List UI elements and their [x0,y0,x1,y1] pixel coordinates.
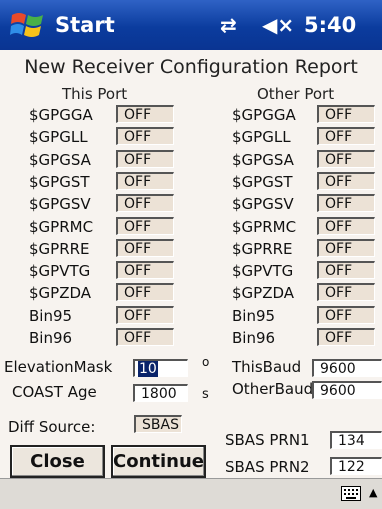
other-port-message-label: $GPGSA [232,150,294,169]
other-port-message-label: $GPGLL [232,128,291,147]
this-port-message-toggle[interactable]: OFF [116,105,174,123]
other-port-header: Other Port [257,85,335,103]
taskbar: Start ⇄ ◀× 5:40 [0,0,382,50]
this-port-message-label: $GPGSA [29,150,91,169]
speaker-muted-icon[interactable]: ◀× [262,13,294,37]
this-port-message-toggle[interactable]: OFF [116,149,174,168]
this-port-message-toggle[interactable]: OFF [116,216,174,235]
other-port-message-toggle[interactable]: OFF [317,238,375,257]
this-port-message-toggle[interactable]: OFF [116,171,174,190]
elevation-mask-field[interactable]: 10 [133,359,188,377]
diff-source-field[interactable]: SBAS [134,415,182,433]
this-port-message-label: $GPRRE [29,239,90,258]
this-port-message-label: $GPGGA [29,106,93,124]
this-port-message-toggle[interactable]: OFF [116,127,174,146]
this-port-message-label: $GPRMC [29,217,94,236]
close-button[interactable]: Close [10,445,105,478]
other-port-message-label: $GPGST [232,172,293,191]
this-port-message-toggle[interactable]: OFF [116,261,174,280]
this-port-message-label: $GPVTG [29,262,91,281]
page-title: New Receiver Configuration Report [24,56,358,78]
other-port-message-label: Bin96 [232,329,276,347]
other-port-message-label: $GPRMC [232,217,297,236]
this-port-message-label: Bin96 [29,329,73,347]
sbas-prn2-field[interactable]: 122 [330,457,382,475]
sbas-prn1-field[interactable]: 134 [330,431,382,449]
other-port-message-toggle[interactable]: OFF [317,171,375,190]
other-port-message-label: Bin95 [232,306,276,325]
this-port-message-label: $GPGST [29,172,90,191]
network-sync-icon[interactable]: ⇄ [220,13,237,37]
this-baud-label: ThisBaud [232,358,302,376]
up-caret-icon[interactable]: ▲ [369,486,377,499]
other-port-message-label: $GPRRE [232,239,293,258]
coast-age-label: COAST Age [12,383,97,401]
other-port-message-toggle[interactable]: OFF [317,305,375,324]
this-port-message-label: $GPGLL [29,128,88,147]
this-port-message-toggle[interactable]: OFF [116,238,174,257]
other-port-message-toggle[interactable]: OFF [317,328,375,346]
sbas-prn1-label: SBAS PRN1 [225,431,310,449]
start-menu-label[interactable]: Start [55,13,115,37]
other-port-message-label: $GPVTG [232,262,294,281]
other-baud-field[interactable]: 9600 [312,381,382,399]
continue-button[interactable]: Continue [111,445,206,478]
menu-bar [0,478,382,509]
keyboard-icon[interactable] [341,486,361,501]
other-port-message-toggle[interactable]: OFF [317,261,375,280]
elevation-mask-label: ElevationMask [4,358,113,376]
other-port-message-toggle[interactable]: OFF [317,283,375,302]
this-port-header: This Port [62,85,128,103]
other-baud-label: OtherBaud [232,380,314,398]
other-port-message-toggle[interactable]: OFF [317,216,375,235]
other-port-message-toggle[interactable]: OFF [317,127,375,146]
this-baud-field[interactable]: 9600 [312,359,382,377]
other-port-message-label: $GPZDA [232,284,295,303]
this-port-message-label: Bin95 [29,306,73,325]
other-port-message-toggle[interactable]: OFF [317,105,375,123]
seconds-unit: s [202,387,209,402]
coast-age-field[interactable]: 1800 [133,384,188,402]
windows-start-icon[interactable] [10,8,46,42]
this-port-message-toggle[interactable]: OFF [116,194,174,213]
this-port-message-toggle[interactable]: OFF [116,283,174,302]
diff-source-label: Diff Source: [8,418,96,436]
other-port-message-label: $GPGSV [232,195,294,214]
this-port-message-label: $GPGSV [29,195,91,214]
sbas-prn2-label: SBAS PRN2 [225,458,310,476]
report-dialog: New Receiver Configuration Report This P… [0,50,382,478]
other-port-message-toggle[interactable]: OFF [317,194,375,213]
elevation-mask-value: 10 [138,361,158,377]
this-port-message-toggle[interactable]: OFF [116,328,174,346]
other-port-message-label: $GPGGA [232,106,296,124]
other-port-message-toggle[interactable]: OFF [317,149,375,168]
degree-unit: o [202,355,210,369]
this-port-message-label: $GPZDA [29,284,92,303]
this-port-message-toggle[interactable]: OFF [116,305,174,324]
clock[interactable]: 5:40 [304,13,356,37]
